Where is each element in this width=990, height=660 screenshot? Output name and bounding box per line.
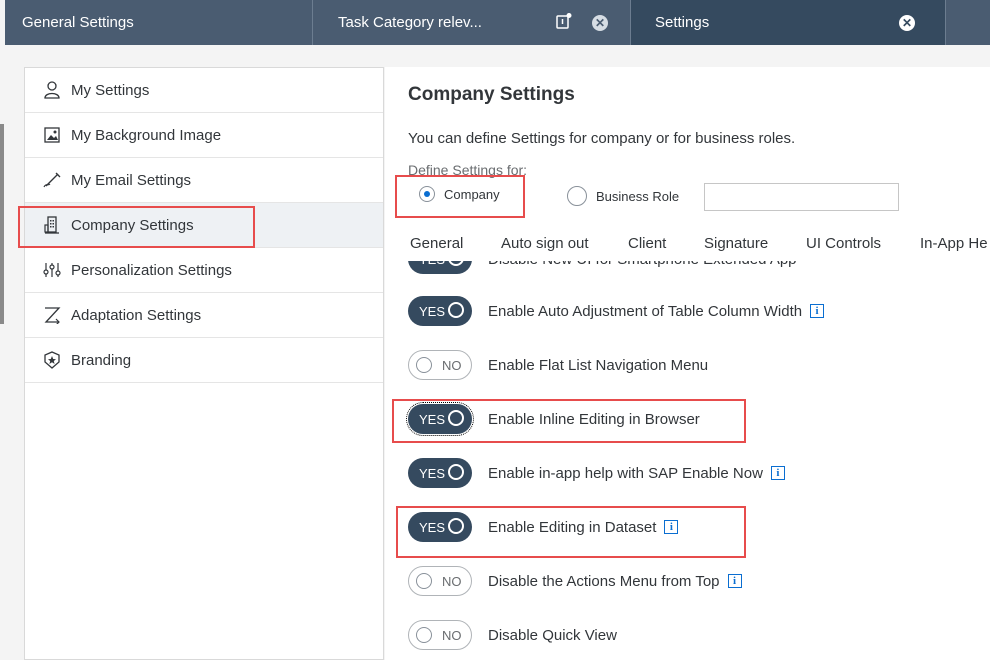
- shell-tab-bar: General Settings Task Category relev... …: [5, 0, 990, 45]
- close-icon[interactable]: ✕: [899, 15, 915, 31]
- toggle-knob: [448, 518, 464, 534]
- business-role-input[interactable]: [704, 183, 899, 211]
- sidebar-item-label: Adaptation Settings: [71, 306, 202, 324]
- radio-business-role[interactable]: Business Role: [567, 186, 679, 206]
- setting-row: NO Disable the Actions Menu from Top i: [408, 565, 742, 597]
- company-settings-panel: Company Settings You can define Settings…: [385, 67, 990, 660]
- info-icon[interactable]: i: [810, 304, 825, 318]
- setting-label: Enable Flat List Navigation Menu: [488, 356, 709, 374]
- define-settings-label: Define Settings for:: [408, 162, 528, 178]
- setting-label: Enable Inline Editing in Browser: [488, 410, 700, 428]
- tab-general-settings[interactable]: General Settings: [5, 0, 313, 45]
- setting-label: Enable in-app help with SAP Enable Now: [488, 464, 763, 482]
- tab-label: Settings: [655, 14, 710, 31]
- tab-overflow[interactable]: [946, 0, 990, 45]
- setting-row: YES Enable Editing in Dataset i: [408, 511, 679, 543]
- radio-button-checked[interactable]: [419, 186, 435, 202]
- radio-label: Business Role: [596, 188, 680, 204]
- tab-label: Task Category relev...: [338, 14, 482, 31]
- setting-label: Disable Quick View: [488, 626, 617, 644]
- radio-button[interactable]: [567, 186, 587, 206]
- setting-label: Enable Auto Adjustment of Table Column W…: [488, 302, 803, 320]
- setting-label: Enable Editing in Dataset: [488, 518, 657, 536]
- tab-settings[interactable]: Settings ✕: [631, 0, 946, 45]
- toggle-knob: [416, 357, 432, 373]
- toggle-switch[interactable]: NO: [408, 620, 472, 650]
- badge-icon: [43, 351, 61, 369]
- toggle-switch[interactable]: NO: [408, 350, 472, 380]
- toggle-state: YES: [419, 303, 446, 319]
- info-icon[interactable]: i: [770, 466, 785, 480]
- toggle-state: NO: [442, 357, 462, 373]
- setting-label: Disable the Actions Menu from Top: [488, 572, 720, 590]
- toggle-knob: [448, 302, 464, 318]
- toggle-switch[interactable]: NO: [408, 566, 472, 596]
- toggle-state: YES: [419, 465, 446, 481]
- sidebar-item-label: My Settings: [71, 81, 150, 99]
- setting-row: YES Enable in-app help with SAP Enable N…: [408, 457, 785, 489]
- person-icon: [43, 81, 61, 99]
- toggle-knob: [416, 573, 432, 589]
- sidebar-item-email-settings[interactable]: My Email Settings: [25, 158, 383, 203]
- sidebar-item-label: Branding: [71, 351, 132, 369]
- radio-label: Company: [444, 186, 500, 202]
- close-icon[interactable]: ✕: [592, 15, 608, 31]
- sidebar-item-background-image[interactable]: My Background Image: [25, 113, 383, 158]
- image-icon: [43, 126, 61, 144]
- description-text: You can define Settings for company or f…: [408, 130, 796, 147]
- setting-row: YES Enable Inline Editing in Browser: [406, 402, 700, 436]
- adaptation-icon: [43, 306, 61, 324]
- info-icon[interactable]: i: [664, 520, 679, 534]
- page-title: Company Settings: [408, 84, 575, 105]
- sidebar-item-label: Personalization Settings: [71, 261, 232, 279]
- sidebar-item-label: My Background Image: [71, 126, 222, 144]
- info-icon[interactable]: i: [727, 574, 742, 588]
- toggle-switch[interactable]: YES: [408, 296, 472, 326]
- setting-row: NO Enable Flat List Navigation Menu: [408, 349, 708, 381]
- toggle-state: YES: [419, 519, 446, 535]
- setting-row: NO Disable Quick View: [408, 619, 617, 651]
- sliders-icon: [43, 261, 61, 279]
- toggle-knob: [448, 410, 464, 426]
- toggle-knob: [448, 464, 464, 480]
- pen-icon: [43, 171, 61, 189]
- settings-sidebar: My Settings My Background Image My Email…: [24, 67, 384, 660]
- sidebar-item-branding[interactable]: Branding: [25, 338, 383, 383]
- toggle-state: NO: [442, 627, 462, 643]
- toggle-switch[interactable]: YES: [406, 402, 474, 436]
- tab-bar-overlay: [385, 228, 990, 261]
- radio-company[interactable]: Company: [419, 186, 500, 202]
- toggle-state: NO: [442, 573, 462, 589]
- notification-icon[interactable]: [554, 12, 574, 32]
- sidebar-item-company-settings[interactable]: Company Settings: [25, 203, 383, 248]
- scroll-indicator: [0, 124, 4, 324]
- sidebar-item-label: My Email Settings: [71, 171, 192, 189]
- setting-row: YES Enable Auto Adjustment of Table Colu…: [408, 295, 825, 327]
- sidebar-item-personalization[interactable]: Personalization Settings: [25, 248, 383, 293]
- tab-label: General Settings: [22, 14, 134, 31]
- sidebar-item-adaptation[interactable]: Adaptation Settings: [25, 293, 383, 338]
- toggle-switch[interactable]: YES: [408, 512, 472, 542]
- toggle-state: YES: [419, 411, 446, 427]
- sidebar-item-my-settings[interactable]: My Settings: [25, 68, 383, 113]
- toggle-knob: [416, 627, 432, 643]
- tab-task-category[interactable]: Task Category relev... ✕: [313, 0, 631, 45]
- building-icon: [43, 216, 61, 234]
- toggle-switch[interactable]: YES: [408, 458, 472, 488]
- sidebar-item-label: Company Settings: [71, 216, 194, 234]
